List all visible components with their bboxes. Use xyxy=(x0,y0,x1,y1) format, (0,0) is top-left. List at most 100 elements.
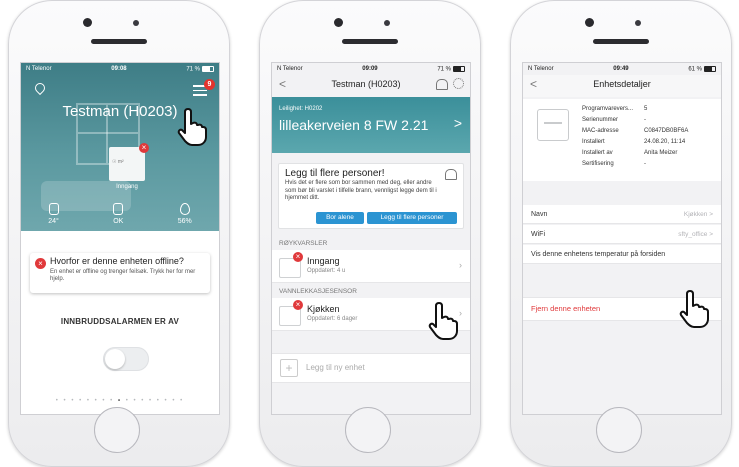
device-small-text: ☉ m² xyxy=(112,159,124,165)
time-text: 09:49 xyxy=(613,66,629,72)
name-value: Kjøkken > xyxy=(683,211,713,218)
home-hero: N Telenor 09:08 71 % 9 Testman (H0203) ×… xyxy=(21,63,219,231)
phone-frame-1: N Telenor 09:08 71 % 9 Testman (H0203) ×… xyxy=(8,0,230,467)
detail-row: MAC-adresse C0847DB0BF6A xyxy=(582,128,689,134)
status-bar: N Telenor 09:49 61 % xyxy=(523,63,721,75)
nav-title: Enhetsdetaljer xyxy=(593,79,651,89)
section-header-smoke: RØYKVARSLER xyxy=(272,237,470,250)
item-updated: Oppdatert: 4 u xyxy=(307,268,346,274)
item-name: Inngang xyxy=(307,256,340,266)
battery-icon xyxy=(704,65,716,72)
notification-badge: 9 xyxy=(204,79,215,90)
name-label: Navn xyxy=(531,211,548,218)
home-button[interactable] xyxy=(596,407,642,453)
error-icon: × xyxy=(293,252,303,262)
address-text: lilleakerveien 8 FW 2.21 xyxy=(279,117,429,133)
hand-pointer-icon xyxy=(427,300,459,340)
device-image-icon xyxy=(537,109,569,141)
detail-row: Installert 24.08.20, 11:14 xyxy=(582,139,686,145)
thermometer-icon xyxy=(48,203,59,215)
device-info-panel: Programvarevers... 5 Serienummer - MAC-adr… xyxy=(523,99,721,181)
add-unit-row[interactable]: + Legg til ny enhet xyxy=(272,353,470,383)
camera-icon xyxy=(83,18,92,27)
detail-row: Programvarevers... 5 xyxy=(582,106,648,112)
error-icon: × xyxy=(293,300,303,310)
phone-frame-3: N Telenor 09:49 61 % < Enhetsdetaljer Pr… xyxy=(510,0,732,467)
battery-indicator: 71 % xyxy=(437,65,465,72)
apartment-label: Leilighet: H0202 xyxy=(279,106,323,112)
people-icon[interactable] xyxy=(436,79,448,90)
device-label: Inngang xyxy=(116,184,138,190)
home-button[interactable] xyxy=(345,407,391,453)
time-text: 09:08 xyxy=(111,66,127,72)
battery-icon xyxy=(202,65,214,72)
detail-row: Serienummer - xyxy=(582,117,646,123)
speaker-grille xyxy=(342,39,398,44)
home-button[interactable] xyxy=(94,407,140,453)
detail-row: Installert av Anita Meizer xyxy=(582,150,678,156)
battery-stat: OK xyxy=(113,203,123,225)
warning-subtitle: En enhet er offline og trenger feilsøk. … xyxy=(50,269,196,282)
plus-icon: + xyxy=(280,359,298,377)
carrier-text: N Telenor xyxy=(26,66,52,72)
location-pin-icon[interactable] xyxy=(32,80,48,96)
gear-icon[interactable] xyxy=(453,78,464,89)
back-button[interactable]: < xyxy=(279,77,286,91)
add-people-heading: Legg til flere personer! xyxy=(285,168,385,179)
sensor-icon xyxy=(635,20,641,26)
sensor-icon xyxy=(133,20,139,26)
device-card-inngang[interactable]: × ☉ m² Inngang xyxy=(109,143,149,190)
people-icon xyxy=(445,169,457,180)
wifi-value: sfty_office > xyxy=(678,231,713,238)
stats-row: 24° OK 56% xyxy=(21,203,219,225)
alarm-status-text: INNBRUDDSALARMEN ER AV xyxy=(60,317,180,326)
sensor-icon xyxy=(384,20,390,26)
show-temperature-row[interactable]: Vis denne enhetens temperatur på forside… xyxy=(523,245,721,264)
warning-title: Hvorfor er denne enheten offline? xyxy=(50,256,184,266)
status-bar: N Telenor 09:08 71 % xyxy=(21,63,219,75)
phone-frame-2: N Telenor 09:09 71 % < Testman (H0203) L… xyxy=(259,0,481,467)
detail-row: Sertifisering - xyxy=(582,161,646,167)
droplet-icon xyxy=(179,203,190,215)
toggle-knob xyxy=(105,349,125,369)
camera-icon xyxy=(585,18,594,27)
wifi-label: WiFi xyxy=(531,231,545,238)
alarm-toggle[interactable] xyxy=(103,347,149,371)
battery-icon xyxy=(113,203,124,215)
battery-icon xyxy=(453,65,465,72)
show-temperature-label: Vis denne enhetens temperatur på forside… xyxy=(531,251,666,258)
nav-bar: < Testman (H0203) xyxy=(272,75,470,95)
status-bar: N Telenor 09:09 71 % xyxy=(272,63,470,75)
name-row[interactable]: Navn Kjøkken > xyxy=(523,205,721,224)
error-icon: × xyxy=(139,143,149,153)
add-people-card: Legg til flere personer! Hvis det er fle… xyxy=(278,163,464,229)
speaker-grille xyxy=(593,39,649,44)
chevron-right-icon: › xyxy=(459,260,462,270)
camera-icon xyxy=(334,18,343,27)
item-name: Kjøkken xyxy=(307,304,340,314)
add-unit-label: Legg til ny enhet xyxy=(306,363,365,372)
list-item-smoke-detector[interactable]: × Inngang Oppdatert: 4 u › xyxy=(272,250,470,283)
screen-home-detail: N Telenor 09:09 71 % < Testman (H0203) L… xyxy=(271,62,471,415)
nav-title: Testman (H0203) xyxy=(331,79,401,89)
add-people-button[interactable]: Legg til flere personer xyxy=(367,212,457,224)
time-text: 09:09 xyxy=(362,66,378,72)
offline-warning-card[interactable]: × Hvorfor er denne enheten offline? En e… xyxy=(30,253,210,293)
add-people-text: Hvis det er flere som bor sammen med deg… xyxy=(285,180,437,201)
chevron-right-icon: › xyxy=(459,308,462,318)
screen-device-details: N Telenor 09:49 61 % < Enhetsdetaljer Pr… xyxy=(522,62,722,415)
humidity-stat: 56% xyxy=(178,203,192,225)
live-alone-button[interactable]: Bor alene xyxy=(316,212,364,224)
hand-pointer-icon xyxy=(176,106,208,146)
battery-indicator: 71 % xyxy=(186,65,214,72)
section-header-water: VANNLEKKASJESENSOR xyxy=(272,285,470,298)
speaker-grille xyxy=(91,39,147,44)
page-indicator[interactable]: • • • • • • • • • • • • • • • • • xyxy=(21,398,219,404)
item-updated: Oppdatert: 6 dager xyxy=(307,316,358,322)
chevron-right-icon: > xyxy=(453,115,462,131)
nav-bar: < Enhetsdetaljer xyxy=(523,75,721,97)
error-icon: × xyxy=(35,258,46,269)
address-banner[interactable]: Leilighet: H0202 lilleakerveien 8 FW 2.2… xyxy=(272,97,470,153)
hand-pointer-icon xyxy=(678,288,710,328)
wifi-row[interactable]: WiFi sfty_office > xyxy=(523,225,721,244)
